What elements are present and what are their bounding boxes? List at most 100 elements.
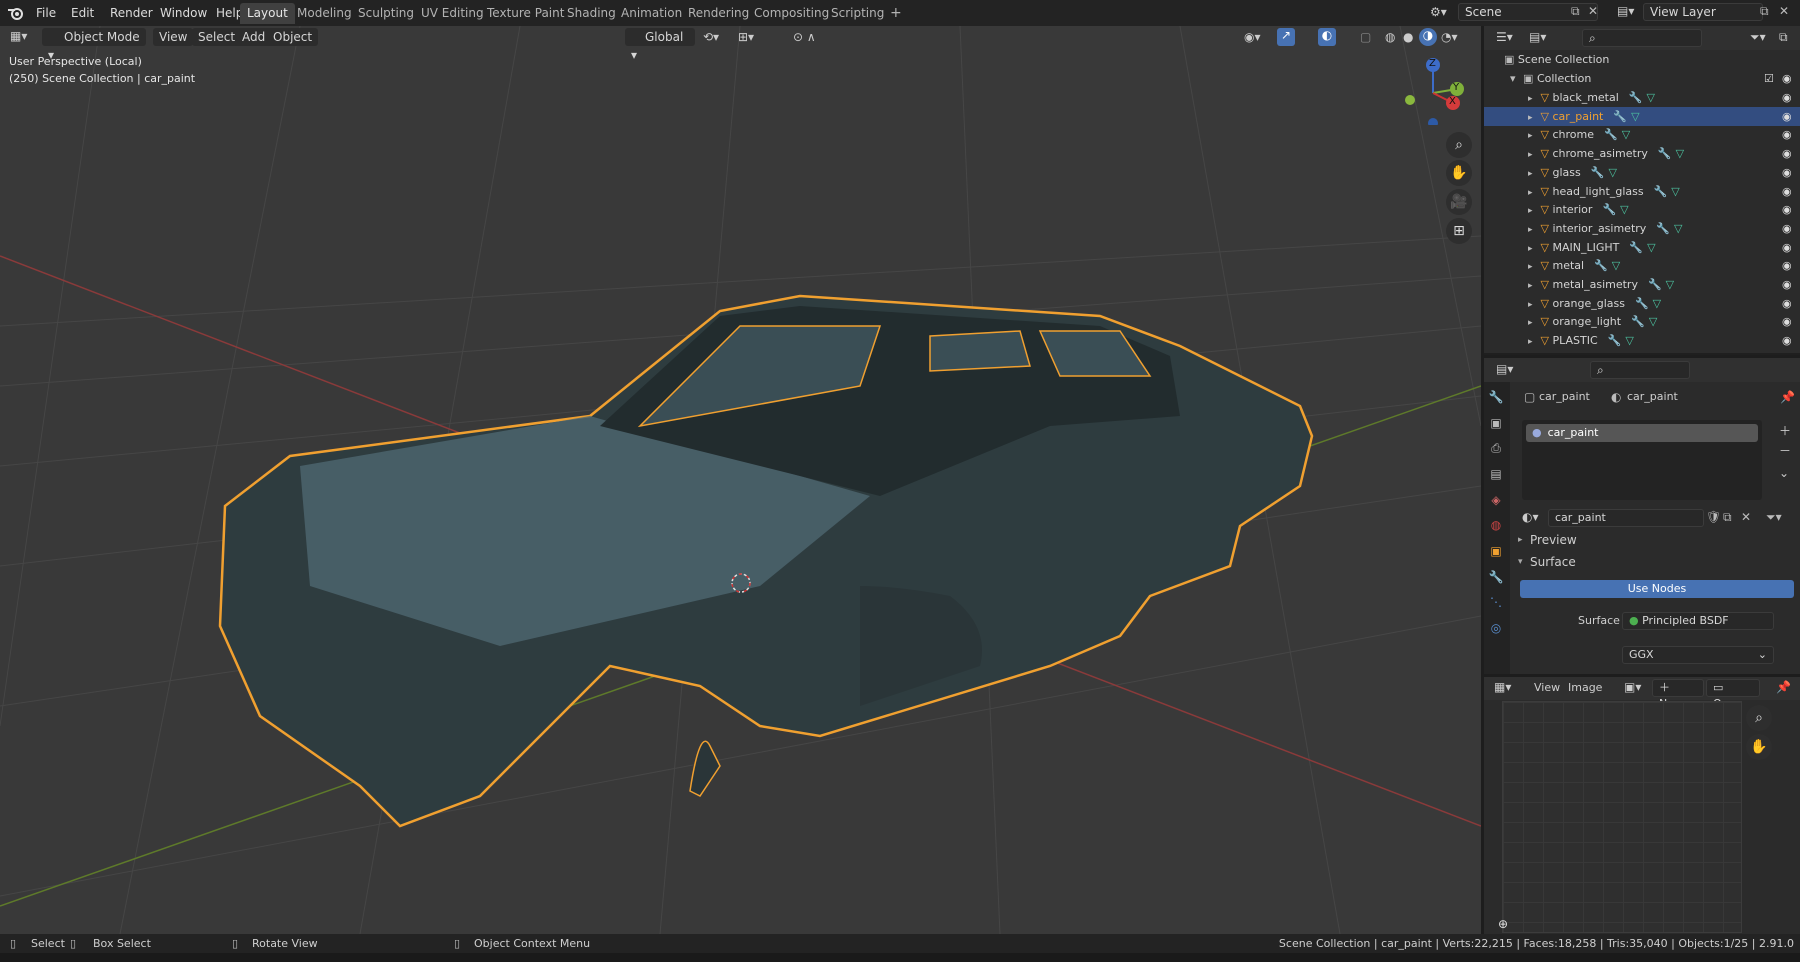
shading-wireframe-icon[interactable]: ◍: [1385, 30, 1395, 44]
menu-edit[interactable]: Edit: [65, 4, 100, 22]
expand-arrow-icon[interactable]: ▸: [1484, 188, 1533, 198]
link-icon[interactable]: ⏷▾: [1766, 510, 1782, 525]
transform-orientation-dropdown[interactable]: Global ▾: [625, 28, 695, 62]
modifier-icon[interactable]: 🔧: [1584, 259, 1608, 272]
shading-rendered-icon[interactable]: ◔▾: [1441, 30, 1458, 44]
menu-view[interactable]: View: [153, 28, 194, 46]
use-nodes-button[interactable]: Use Nodes: [1520, 580, 1794, 598]
mesh-data-icon[interactable]: ▽: [1627, 110, 1639, 123]
expand-arrow-icon[interactable]: ▸: [1484, 169, 1533, 179]
expand-arrow-icon[interactable]: ▸: [1484, 113, 1533, 123]
zoom-icon[interactable]: ⌕: [1446, 132, 1472, 158]
new-image-button[interactable]: ＋ New: [1652, 679, 1704, 710]
tool-tab-icon[interactable]: 🔧: [1486, 387, 1506, 407]
editor-type-icon[interactable]: ▦▾: [10, 29, 27, 43]
outliner-editor-icon[interactable]: ☰▾: [1496, 30, 1513, 44]
mesh-data-icon[interactable]: ▽: [1667, 185, 1679, 198]
pin-icon[interactable]: 📌: [1780, 390, 1795, 404]
image-pan-hand-icon[interactable]: ✋: [1746, 734, 1772, 760]
unlink-material-icon[interactable]: ✕: [1741, 510, 1751, 524]
slot-specials-button[interactable]: ⌄: [1779, 466, 1789, 480]
expand-arrow-icon[interactable]: ▸: [1484, 262, 1533, 272]
expand-arrow-icon[interactable]: ▸: [1484, 281, 1533, 291]
mesh-data-icon[interactable]: ▽: [1643, 241, 1655, 254]
exclude-checkbox[interactable]: ☑: [1764, 69, 1774, 88]
eye-icon[interactable]: ◉: [1782, 107, 1792, 126]
filter-icon[interactable]: ⏷▾: [1750, 30, 1766, 45]
modifier-icon[interactable]: 🔧: [1646, 222, 1670, 235]
expand-arrow-icon[interactable]: ▸: [1484, 300, 1533, 310]
pivot-icon[interactable]: ⟲▾: [703, 30, 719, 44]
mesh-data-icon[interactable]: ▽: [1604, 166, 1616, 179]
expand-arrow-icon[interactable]: ▸: [1484, 337, 1533, 347]
expand-arrow-icon[interactable]: ▸: [1484, 94, 1533, 104]
outliner-item[interactable]: ▸ ▽ car_paint 🔧 ▽ ◉: [1484, 106, 1800, 126]
outliner-item[interactable]: ▸ ▽ chrome 🔧 ▽ ◉: [1484, 125, 1800, 144]
surface-shader-field[interactable]: ● Principled BSDF: [1622, 612, 1774, 630]
mesh-data-icon[interactable]: ▽: [1643, 91, 1655, 104]
material-browse-icon[interactable]: ◐▾: [1522, 510, 1539, 524]
uv-grid[interactable]: [1502, 701, 1742, 933]
view-layer-icon[interactable]: ▤▾: [1617, 4, 1634, 18]
modifier-icon[interactable]: 🔧: [1619, 91, 1643, 104]
image-pin-icon[interactable]: 📌: [1776, 680, 1791, 694]
add-slot-button[interactable]: ＋: [1779, 422, 1791, 439]
tab-texture-paint[interactable]: Texture Paint: [480, 3, 571, 24]
mesh-data-icon[interactable]: ▽: [1645, 315, 1657, 328]
scene-tab-icon[interactable]: ◈: [1486, 490, 1506, 510]
modifier-icon[interactable]: 🔧: [1648, 147, 1672, 160]
eye-icon[interactable]: ◉: [1782, 312, 1792, 331]
material-slot-item[interactable]: ● car_paint: [1526, 424, 1758, 442]
menu-add[interactable]: Add: [236, 28, 272, 46]
eye-icon[interactable]: ◉: [1782, 331, 1792, 350]
display-mode-icon[interactable]: ▤▾: [1529, 30, 1546, 44]
preview-panel-header[interactable]: Preview: [1530, 533, 1577, 547]
fake-user-icon[interactable]: 🛡: [1706, 510, 1721, 524]
object-tab-icon[interactable]: ▣: [1486, 541, 1506, 561]
eye-icon[interactable]: ◉: [1782, 294, 1792, 313]
tab-sculpting[interactable]: Sculpting: [351, 3, 421, 24]
outliner-item[interactable]: ▸ ▽ metal 🔧 ▽ ◉: [1484, 256, 1800, 275]
gizmo-toggle-icon[interactable]: ↗: [1277, 28, 1295, 46]
3d-viewport[interactable]: [0, 26, 1481, 934]
eye-icon[interactable]: ◉: [1782, 219, 1792, 238]
scene-icon[interactable]: ⚙▾: [1430, 5, 1456, 19]
outliner-item[interactable]: ▸ ▽ interior 🔧 ▽ ◉: [1484, 200, 1800, 219]
mesh-data-icon[interactable]: ▽: [1621, 334, 1633, 347]
snap-icon[interactable]: ⊞▾: [738, 30, 754, 44]
render-tab-icon[interactable]: ▣: [1486, 413, 1506, 433]
expand-arrow-icon[interactable]: ▸: [1484, 150, 1533, 160]
outliner-scene-collection[interactable]: ▣ Scene Collection: [1484, 50, 1800, 69]
world-tab-icon[interactable]: ◍: [1486, 515, 1506, 535]
eye-icon[interactable]: ◉: [1782, 238, 1792, 257]
open-image-button[interactable]: ▭ Open: [1706, 679, 1760, 710]
modifier-icon[interactable]: 🔧: [1638, 278, 1662, 291]
expand-arrow-icon[interactable]: ▸: [1484, 206, 1533, 216]
menu-object[interactable]: Object: [267, 28, 319, 46]
tab-animation[interactable]: Animation: [614, 3, 689, 24]
eye-icon[interactable]: ◉: [1782, 182, 1792, 201]
distribution-dropdown[interactable]: GGX ⌄: [1622, 646, 1774, 664]
overlay-toggle-icon[interactable]: ◐: [1318, 28, 1336, 46]
menu-file[interactable]: File: [30, 4, 62, 22]
tab-scripting[interactable]: Scripting: [824, 3, 891, 24]
view-layer-tab-icon[interactable]: ▤: [1486, 464, 1506, 484]
outliner-item[interactable]: ▸ ▽ interior_asimetry 🔧 ▽ ◉: [1484, 219, 1800, 238]
delete-view-layer-icon[interactable]: ✕: [1779, 4, 1789, 18]
tab-compositing[interactable]: Compositing: [747, 3, 836, 24]
camera-icon[interactable]: 🎥: [1446, 189, 1472, 215]
material-name-field[interactable]: car_paint: [1548, 509, 1704, 527]
tab-rendering[interactable]: Rendering: [681, 3, 756, 24]
tab-layout[interactable]: Layout: [240, 3, 295, 24]
xray-icon[interactable]: ▢: [1360, 30, 1371, 44]
visibility-icon[interactable]: ◉▾: [1244, 30, 1261, 44]
remove-slot-button[interactable]: －: [1779, 442, 1791, 459]
eye-icon[interactable]: ◉: [1782, 88, 1792, 107]
image-menu-image[interactable]: Image: [1568, 681, 1602, 694]
shading-solid-icon[interactable]: ●: [1403, 30, 1413, 44]
mesh-data-icon[interactable]: ▽: [1616, 203, 1628, 216]
mesh-data-icon[interactable]: ▽: [1618, 128, 1630, 141]
new-view-layer-icon[interactable]: ⧉: [1760, 4, 1769, 19]
physics-tab-icon[interactable]: ◎: [1486, 618, 1506, 638]
outliner-item[interactable]: ▸ ▽ head_light_glass 🔧 ▽ ◉: [1484, 182, 1800, 201]
